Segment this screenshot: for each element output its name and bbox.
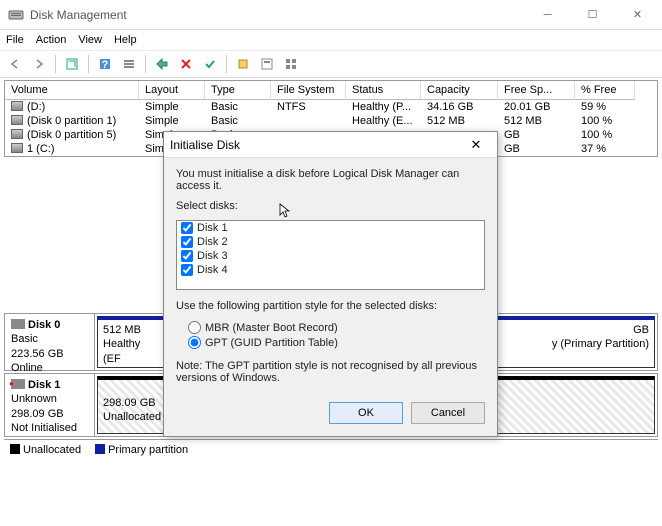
menu-help[interactable]: Help	[114, 34, 137, 46]
disk-checkbox-item[interactable]: Disk 2	[177, 235, 484, 249]
col-status[interactable]: Status	[346, 81, 421, 100]
svg-text:?: ?	[102, 59, 109, 71]
dialog-note: Note: The GPT partition style is not rec…	[176, 360, 485, 384]
disk-checkbox[interactable]	[181, 236, 193, 248]
forward-button[interactable]	[28, 53, 50, 75]
disk-error-icon	[11, 379, 25, 389]
refresh-button[interactable]	[61, 53, 83, 75]
menu-file[interactable]: File	[6, 34, 24, 46]
titlebar: Disk Management ─ ☐ ✕	[0, 0, 662, 30]
volume-row[interactable]: (Disk 0 partition 1) SimpleBasic Healthy…	[5, 114, 657, 128]
disk-checkbox-item[interactable]: Disk 4	[177, 263, 484, 277]
dialog-close-button[interactable]: ✕	[461, 137, 491, 153]
disk-checkbox[interactable]	[181, 250, 193, 262]
help-button[interactable]: ?	[94, 53, 116, 75]
disk-checkbox[interactable]	[181, 264, 193, 276]
menu-action[interactable]: Action	[36, 34, 67, 46]
list-button[interactable]	[118, 53, 140, 75]
select-disks-label: Select disks:	[176, 200, 485, 212]
initialize-disk-dialog: Initialise Disk ✕ You must initialise a …	[163, 131, 498, 437]
toolbar: ?	[0, 50, 662, 78]
maximize-button[interactable]: ☐	[570, 1, 615, 29]
partition-style-label: Use the following partition style for th…	[176, 300, 485, 312]
app-icon	[8, 7, 24, 23]
props-button[interactable]	[256, 53, 278, 75]
grid-button[interactable]	[280, 53, 302, 75]
disk-info: Disk 1 Unknown 298.09 GB Not Initialised	[5, 374, 95, 436]
wizard-button[interactable]	[232, 53, 254, 75]
dialog-title: Initialise Disk	[170, 138, 461, 152]
volume-table-header: Volume Layout Type File System Status Ca…	[5, 81, 657, 100]
gpt-radio[interactable]	[188, 336, 201, 349]
radio-gpt[interactable]: GPT (GUID Partition Table)	[176, 335, 485, 350]
menu-view[interactable]: View	[78, 34, 102, 46]
radio-mbr[interactable]: MBR (Master Boot Record)	[176, 320, 485, 335]
close-button[interactable]: ✕	[615, 1, 660, 29]
menubar: File Action View Help	[0, 30, 662, 50]
col-fs[interactable]: File System	[271, 81, 346, 100]
check-button[interactable]	[199, 53, 221, 75]
ok-button[interactable]: OK	[329, 402, 403, 424]
col-capacity[interactable]: Capacity	[421, 81, 498, 100]
legend: Unallocated Primary partition	[4, 439, 658, 460]
minimize-button[interactable]: ─	[525, 1, 570, 29]
col-volume[interactable]: Volume	[5, 81, 139, 100]
delete-button[interactable]	[175, 53, 197, 75]
back-button[interactable]	[4, 53, 26, 75]
col-pct[interactable]: % Free	[575, 81, 635, 100]
volume-row[interactable]: (D:) SimpleBasic NTFSHealthy (P... 34.16…	[5, 100, 657, 114]
col-layout[interactable]: Layout	[139, 81, 205, 100]
disk-checkbox-item[interactable]: Disk 3	[177, 249, 484, 263]
dialog-message: You must initialise a disk before Logica…	[176, 168, 485, 192]
cancel-button[interactable]: Cancel	[411, 402, 485, 424]
action-button[interactable]	[151, 53, 173, 75]
partition[interactable]: 512 MBHealthy (EF	[97, 316, 167, 368]
disk-checkbox[interactable]	[181, 222, 193, 234]
col-free[interactable]: Free Sp...	[498, 81, 575, 100]
legend-swatch-unalloc	[10, 444, 20, 454]
legend-swatch-primary	[95, 444, 105, 454]
disk-checkbox-item[interactable]: Disk 1	[177, 221, 484, 235]
col-type[interactable]: Type	[205, 81, 271, 100]
disk-icon	[11, 319, 25, 329]
dialog-titlebar: Initialise Disk ✕	[164, 132, 497, 158]
window-title: Disk Management	[30, 8, 525, 22]
mbr-radio[interactable]	[188, 321, 201, 334]
disk-select-list[interactable]: Disk 1Disk 2Disk 3Disk 4	[176, 220, 485, 290]
disk-info: Disk 0 Basic 223.56 GB Online	[5, 314, 95, 370]
